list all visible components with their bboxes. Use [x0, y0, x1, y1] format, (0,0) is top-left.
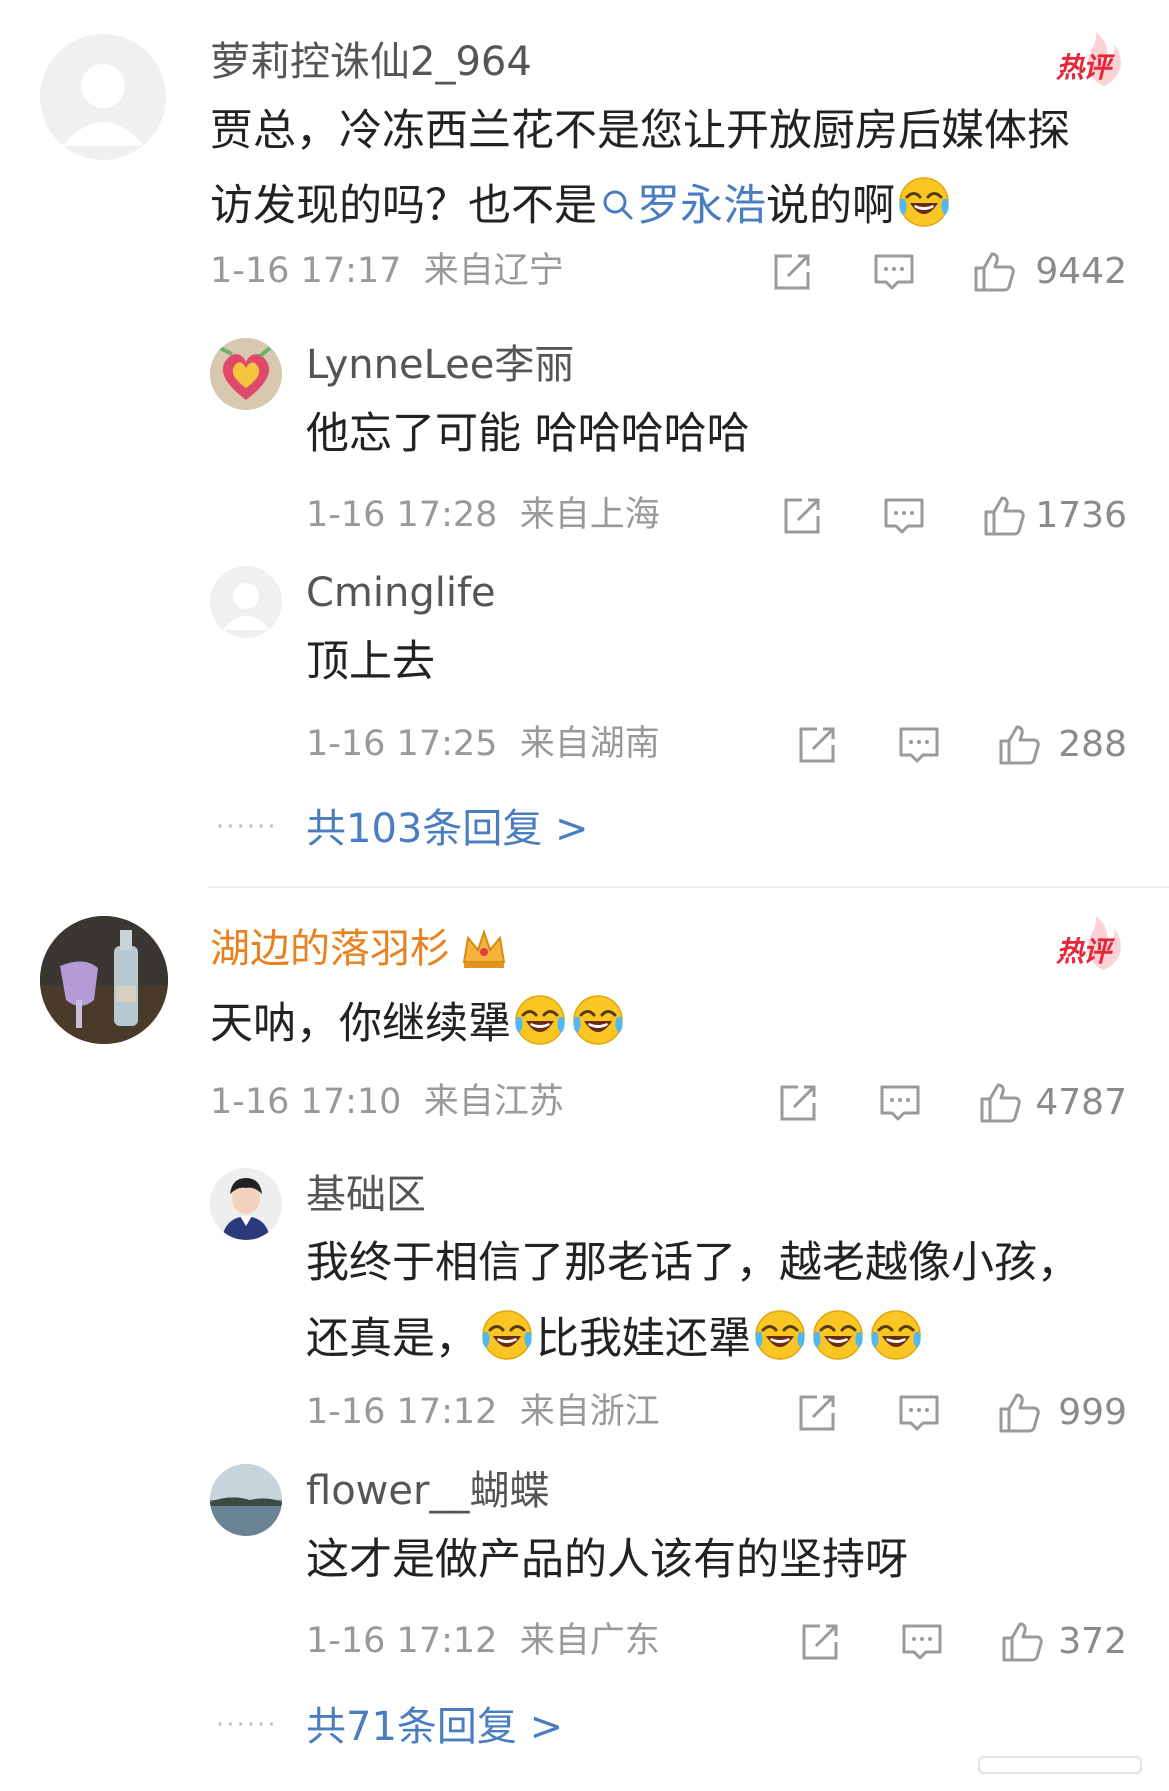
like-count: 372 [1058, 1621, 1127, 1662]
reply-text: 顶上去 [306, 637, 435, 687]
like-count: 999 [1058, 1392, 1127, 1433]
username[interactable]: 萝莉控诛仙2_964 [210, 42, 532, 82]
reply-text: 他忘了可能 哈哈哈哈哈 [306, 409, 750, 459]
comment-text: 天呐，你继续犟 [210, 993, 627, 1047]
laughing-tears-emoji [897, 175, 951, 229]
comment-meta: 1-16 17:10 来自江苏 [210, 1085, 564, 1120]
reply-meta: 1-16 17:28 来自上海 [306, 498, 660, 533]
timestamp: 1-16 17:10 [210, 1082, 402, 1122]
thumbs-up-icon[interactable] [997, 723, 1041, 767]
like-count: 4787 [1035, 1082, 1127, 1123]
like-count: 1736 [1035, 495, 1127, 536]
thumbs-up-icon[interactable] [1000, 1620, 1044, 1664]
laughing-tears-emoji [753, 1308, 807, 1362]
person-avatar-icon [210, 1168, 282, 1240]
share-icon[interactable] [776, 1081, 820, 1125]
comment-icon[interactable] [872, 250, 916, 294]
share-icon[interactable] [795, 723, 839, 767]
more-dots: ······ [216, 1710, 278, 1740]
like-count: 288 [1058, 724, 1127, 765]
comment-meta: 1-16 17:17 来自辽宁 [210, 254, 564, 289]
comment-icon[interactable] [900, 1620, 944, 1664]
thumbs-up-icon[interactable] [972, 250, 1016, 294]
crown-icon [462, 928, 506, 968]
username[interactable]: Cminglife [306, 573, 496, 613]
timestamp: 1-16 17:25 [306, 724, 498, 764]
avatar[interactable] [40, 34, 166, 160]
location: 来自浙江 [519, 1392, 660, 1432]
laughing-tears-emoji [513, 993, 567, 1047]
comment-icon[interactable] [882, 494, 926, 538]
location: 来自广东 [519, 1621, 660, 1661]
hot-label: 热评 [1056, 935, 1111, 968]
username[interactable]: 基础区 [306, 1175, 426, 1215]
laughing-tears-emoji [571, 993, 625, 1047]
thumbs-up-icon[interactable] [997, 1391, 1041, 1435]
bottle-photo-avatar-icon [40, 916, 168, 1044]
watermark-icon [978, 1756, 1142, 1774]
thumbs-up-icon[interactable] [982, 494, 1026, 538]
landscape-avatar-icon [210, 1464, 282, 1536]
more-replies-link[interactable]: 共103条回复 > [306, 809, 589, 849]
laughing-tears-emoji [869, 1308, 923, 1362]
more-replies-link[interactable]: 共71条回复 > [306, 1707, 563, 1747]
like-count: 9442 [1035, 251, 1127, 292]
reply-text: 我终于相信了那老话了，越老越像小孩， [306, 1238, 1080, 1288]
hot-comment-badge: 热评 [1052, 30, 1128, 90]
more-dots: ······ [216, 812, 278, 842]
timestamp: 1-16 17:28 [306, 495, 498, 535]
share-icon[interactable] [798, 1620, 842, 1664]
hot-comment-badge: 热评 [1052, 914, 1128, 974]
comment-icon[interactable] [897, 723, 941, 767]
laughing-tears-emoji [811, 1308, 865, 1362]
share-icon[interactable] [770, 250, 814, 294]
comment-icon[interactable] [878, 1081, 922, 1125]
username[interactable]: 湖边的落羽杉 [210, 926, 508, 970]
location: 来自江苏 [423, 1082, 564, 1122]
comment-text: 访发现的吗？也不是 罗永浩说的啊 [210, 175, 953, 229]
reply-text: 还真是， 比我娃还犟 [306, 1308, 925, 1362]
username[interactable]: flower__蝴蝶 [306, 1471, 549, 1511]
share-icon[interactable] [795, 1391, 839, 1435]
reply-meta: 1-16 17:25 来自湖南 [306, 727, 660, 762]
reply-meta: 1-16 17:12 来自广东 [306, 1624, 660, 1659]
divider [208, 886, 1169, 888]
share-icon[interactable] [780, 494, 824, 538]
avatar[interactable] [210, 1464, 282, 1536]
reply-meta: 1-16 17:12 来自浙江 [306, 1395, 660, 1430]
heart-avatar-icon [210, 338, 282, 410]
timestamp: 1-16 17:17 [210, 251, 402, 291]
comment-icon[interactable] [897, 1391, 941, 1435]
thumbs-up-icon[interactable] [978, 1081, 1022, 1125]
avatar[interactable] [210, 1168, 282, 1240]
location: 来自辽宁 [423, 251, 564, 291]
mention-link[interactable]: 罗永浩 [597, 181, 766, 231]
default-avatar-icon [222, 583, 270, 630]
hot-label: 热评 [1056, 51, 1111, 84]
username[interactable]: LynneLee李丽 [306, 345, 574, 385]
avatar[interactable] [40, 916, 168, 1044]
timestamp: 1-16 17:12 [306, 1621, 498, 1661]
search-icon [603, 190, 633, 220]
location: 来自湖南 [519, 724, 660, 764]
avatar[interactable] [210, 566, 282, 638]
avatar[interactable] [210, 338, 282, 410]
comment-text: 贾总，冷冻西兰花不是您让开放厨房后媒体探 [210, 106, 1070, 156]
location: 来自上海 [519, 495, 660, 535]
laughing-tears-emoji [480, 1308, 534, 1362]
default-avatar-icon [62, 64, 144, 146]
timestamp: 1-16 17:12 [306, 1392, 498, 1432]
reply-text: 这才是做产品的人该有的坚持呀 [306, 1535, 908, 1585]
